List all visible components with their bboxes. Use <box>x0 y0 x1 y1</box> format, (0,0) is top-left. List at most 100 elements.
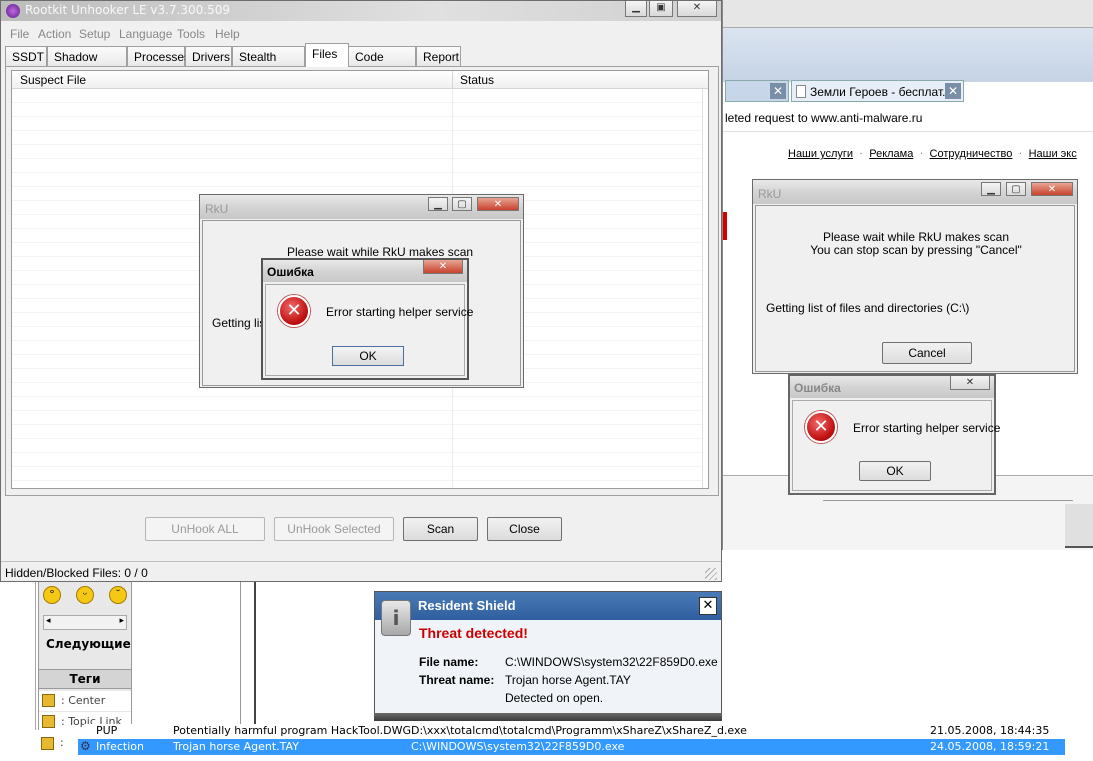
browser-tabbar <box>723 28 1093 82</box>
minimize-button[interactable]: ▁ <box>981 182 1001 196</box>
row-threat: Potentially harmful program HackTool.DWG <box>173 724 412 737</box>
browser-notice-bar: leted request to www.anti-malware.ru <box>723 102 1093 132</box>
menu-language[interactable]: Language <box>119 27 172 41</box>
smiley-icon[interactable]: ° <box>43 586 61 604</box>
rku-left-message: Please wait while RkU makes scan <box>287 245 474 259</box>
link-services[interactable]: Наши услуги <box>788 148 853 160</box>
ok-button[interactable]: OK <box>859 461 931 481</box>
sidebar-scrollbar[interactable]: ◂ ▸ <box>43 615 127 630</box>
resident-shield-popup: Resident Shield ✕ i Threat detected! Fil… <box>374 591 722 721</box>
cancel-button[interactable]: Cancel <box>882 342 972 364</box>
error-right-message: Error starting helper service <box>853 421 1001 435</box>
tag-item[interactable]: : Center <box>39 691 131 711</box>
table-row-selected[interactable]: ⚙ Infection Trojan horse Agent.TAY C:\WI… <box>78 739 1065 755</box>
column-suspect-file[interactable]: Suspect File <box>20 73 86 87</box>
scroll-left-icon[interactable]: ◂ <box>46 616 51 626</box>
close-main-button[interactable]: Close <box>487 517 562 541</box>
smiley-icon[interactable]: ᵕ <box>76 586 94 604</box>
tab-processes[interactable]: Processes <box>127 46 190 66</box>
link-cooperation[interactable]: Сотрудничество <box>930 148 1013 160</box>
rku-left-title: RkU <box>205 202 229 216</box>
menu-file[interactable]: File <box>10 27 29 41</box>
tag-item[interactable]: : <box>38 734 74 752</box>
column-status[interactable]: Status <box>460 73 494 87</box>
next-button[interactable]: Следующие <box>46 637 131 651</box>
error-icon: ✕ <box>805 411 837 443</box>
maximize-button[interactable]: ▢ <box>452 197 472 211</box>
link-more[interactable]: Наши экс <box>1029 148 1077 160</box>
row-path: C:\WINDOWS\system32\22F859D0.exe <box>411 740 625 753</box>
browser-notice-text: leted request to www.anti-malware.ru <box>725 111 923 125</box>
app-icon <box>6 4 20 18</box>
close-icon[interactable]: ✕ <box>770 83 786 99</box>
tab-report[interactable]: Report <box>416 46 461 66</box>
taskbar-strip <box>374 713 722 721</box>
unhook-selected-button[interactable]: UnHook Selected <box>274 517 394 541</box>
window-title: Rootkit Unhooker LE v3.7.300.509 <box>25 3 231 17</box>
scan-button[interactable]: Scan <box>403 517 478 541</box>
row-threat: Trojan horse Agent.TAY <box>173 740 299 753</box>
unhook-all-button[interactable]: UnHook ALL <box>145 517 265 541</box>
maximize-button[interactable]: ▢ <box>1006 182 1026 196</box>
column-divider <box>452 71 453 89</box>
error-right-title: Ошибка <box>794 381 841 395</box>
resize-grip-icon[interactable] <box>705 568 717 580</box>
rku-right-progress: Getting list of files and directories (C… <box>766 301 970 315</box>
tag-label: : Center <box>61 694 106 707</box>
menu-setup[interactable]: Setup <box>79 27 110 41</box>
forum-sidebar: ° ᵕ ˘ ◂ ▸ Следующие Теги : Center : Topi… <box>38 580 132 731</box>
close-button[interactable]: ✕ <box>477 197 519 211</box>
rku-right-body: Please wait while RkU makes scan You can… <box>755 205 1075 372</box>
minimize-button[interactable]: ▁ <box>428 197 448 211</box>
tab-ssdt[interactable]: SSDT <box>5 46 47 66</box>
tags-header: Теги <box>39 669 131 689</box>
error-left-body: ✕ Error starting helper service OK <box>265 284 473 376</box>
menu-help[interactable]: Help <box>215 27 240 41</box>
scroll-right-icon[interactable]: ▸ <box>119 616 124 626</box>
status-bar: Hidden/Blocked Files: 0 / 0 <box>1 561 721 581</box>
file-name-value: C:\WINDOWS\system32\22F859D0.exe <box>505 655 718 669</box>
close-button[interactable]: ✕ <box>950 376 990 390</box>
tab-shadow-ssdt[interactable]: Shadow SSDT <box>47 46 127 84</box>
maximize-button[interactable]: ▣ <box>649 1 673 17</box>
smiley-icon[interactable]: ˘ <box>109 586 127 604</box>
link-ads[interactable]: Реклама <box>869 148 913 160</box>
close-button[interactable]: ✕ <box>1031 182 1073 196</box>
status-text: Hidden/Blocked Files: 0 / 0 <box>5 566 148 580</box>
av-results-table: PUP Potentially harmful program HackTool… <box>38 722 1093 761</box>
menu-tools[interactable]: Tools <box>177 27 205 41</box>
list-header: Suspect File Status <box>12 71 708 89</box>
error-icon: ✕ <box>278 295 310 327</box>
rku-right-title: RkU <box>758 187 782 201</box>
browser-tab-1[interactable]: ✕ <box>725 80 789 102</box>
rku-right-line2: You can stop scan by pressing "Cancel" <box>810 243 1022 257</box>
browser-tab-2[interactable]: Земли Героев - бесплат... ✕ <box>791 80 964 102</box>
row-date: 24.05.2008, 18:59:21 <box>930 740 1050 753</box>
tab-drivers[interactable]: Drivers <box>185 46 232 66</box>
ok-button[interactable]: OK <box>332 346 404 366</box>
threat-name-value: Trojan horse Agent.TAY <box>505 673 631 687</box>
menu-action[interactable]: Action <box>38 27 71 41</box>
rku-right-titlebar <box>753 180 1077 204</box>
shield-title: Resident Shield <box>418 598 516 613</box>
tab-stealth-code[interactable]: Stealth Code <box>232 46 305 84</box>
browser-tab-2-label: Земли Героев - бесплат... <box>810 85 953 99</box>
tag-label: : <box>60 736 64 749</box>
row-type: PUP <box>96 724 118 737</box>
page-icon <box>796 85 806 98</box>
tab-code-hooks[interactable]: Code Hooks <box>348 46 416 84</box>
gear-icon: ⚙ <box>80 739 91 753</box>
close-icon[interactable]: ✕ <box>945 83 961 99</box>
error-left-message: Error starting helper service <box>326 305 474 319</box>
site-links: Наши услуги · Реклама · Сотрудничество ·… <box>788 148 1077 160</box>
tag-icon <box>42 694 55 707</box>
minimize-button[interactable]: ▁ <box>625 1 647 17</box>
tab-files[interactable]: Files <box>305 43 349 67</box>
browser-frame-top <box>723 0 1093 28</box>
close-button[interactable]: ✕ <box>423 260 463 274</box>
detected-text: Detected on open. <box>505 691 604 705</box>
close-icon[interactable]: ✕ <box>699 597 717 615</box>
rku-left-titlebar <box>200 195 523 219</box>
table-row[interactable]: PUP Potentially harmful program HackTool… <box>84 724 1093 740</box>
close-button[interactable]: ✕ <box>677 1 717 17</box>
